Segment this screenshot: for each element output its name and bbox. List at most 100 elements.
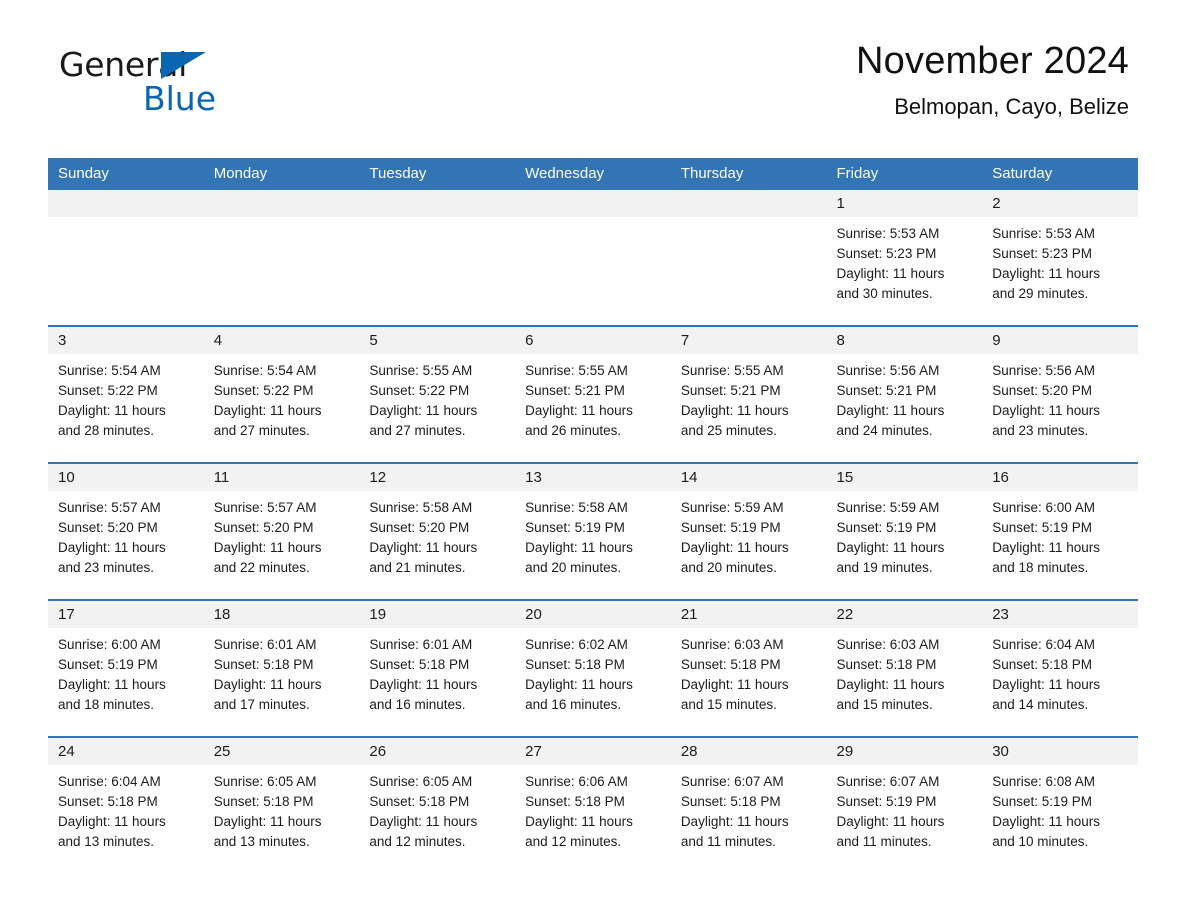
sunrise-text: Sunrise: 5:57 AM [213, 500, 317, 515]
day-number: 12 [359, 464, 516, 491]
day-cell-body: Sunrise: 6:05 AM Sunset: 5:18 PM Daylight:… [204, 765, 360, 852]
sunset-text: Sunset: 5:21 PM [680, 383, 781, 398]
day-cell-inner: 2 Sunrise: 5:53 AM Sunset: 5:23 PM Daylight… [982, 190, 1138, 325]
day-cell-body: Sunrise: 6:01 AM Sunset: 5:18 PM Daylight:… [359, 628, 515, 715]
day-number: 6 [515, 327, 671, 354]
calendar-week-row: 10 Sunrise: 5:57 AM Sunset: 5:20 PM Dayligh… [48, 462, 1138, 600]
calendar-day-cell[interactable]: 24 Sunrise: 6:04 AM Sunset: 5:18 PM Dayligh… [48, 736, 204, 873]
title-block: November 2024 Belmopan, Cayo, Belize [856, 40, 1129, 120]
sunrise-text: Sunrise: 5:55 AM [680, 363, 784, 378]
calendar-day-cell[interactable]: 2 Sunrise: 5:53 AM Sunset: 5:23 PM Daylight… [982, 190, 1138, 326]
sunrise-text: Sunrise: 5:58 AM [525, 500, 628, 515]
logo-word-blue: Blue [143, 79, 217, 118]
calendar-day-cell[interactable]: 29 Sunrise: 6:07 AM Sunset: 5:19 PM Dayligh… [826, 736, 983, 873]
daylight-text-line2: and 18 minutes. [992, 560, 1089, 575]
calendar-day-cell[interactable]: 23 Sunrise: 6:04 AM Sunset: 5:18 PM Dayligh… [982, 599, 1138, 737]
daylight-text-line1: Daylight: 11 hours [680, 403, 789, 418]
day-number: 26 [359, 738, 516, 765]
daylight-text-line2: and 11 minutes. [680, 834, 776, 849]
calendar-day-cell[interactable]: 19 Sunrise: 6:01 AM Sunset: 5:18 PM Dayligh… [359, 599, 516, 737]
calendar-day-cell[interactable]: 16 Sunrise: 6:00 AM Sunset: 5:19 PM Dayligh… [982, 462, 1138, 600]
daylight-text-line1: Daylight: 11 hours [525, 403, 633, 418]
daylight-text-line2: and 15 minutes. [680, 697, 777, 712]
sunset-text: Sunset: 5:22 PM [213, 383, 314, 398]
day-cell-inner: 13 Sunrise: 5:58 AM Sunset: 5:19 PM Dayligh… [515, 464, 671, 599]
calendar-page: General Blue November 2024 Belmopan, Cay… [0, 0, 1188, 918]
calendar-day-cell[interactable]: 15 Sunrise: 5:59 AM Sunset: 5:19 PM Dayligh… [826, 462, 983, 600]
calendar-day-cell[interactable]: 26 Sunrise: 6:05 AM Sunset: 5:18 PM Dayligh… [359, 736, 516, 873]
daylight-text-line2: and 16 minutes. [525, 697, 622, 712]
day-number: 3 [48, 327, 204, 354]
calendar-day-cell[interactable]: 8 Sunrise: 5:56 AM Sunset: 5:21 PM Daylight… [826, 325, 983, 463]
sunset-text: Sunset: 5:19 PM [836, 520, 937, 535]
day-cell-body: Sunrise: 5:54 AM Sunset: 5:22 PM Daylight:… [204, 354, 360, 441]
calendar-day-cell[interactable]: 25 Sunrise: 6:05 AM Sunset: 5:18 PM Dayligh… [203, 736, 360, 873]
day-cell-inner: 4 Sunrise: 5:54 AM Sunset: 5:22 PM Daylight… [203, 327, 360, 462]
day-cell-inner: 28 Sunrise: 6:07 AM Sunset: 5:18 PM Dayligh… [670, 738, 827, 873]
day-cell-body: Sunrise: 5:53 AM Sunset: 5:23 PM Daylight:… [827, 217, 983, 304]
sunset-text: Sunset: 5:20 PM [58, 520, 158, 535]
general-blue-logo[interactable]: General Blue [59, 48, 359, 126]
calendar-day-cell[interactable]: 27 Sunrise: 6:06 AM Sunset: 5:18 PM Dayligh… [515, 736, 671, 873]
calendar-day-cell[interactable]: 1 Sunrise: 5:53 AM Sunset: 5:23 PM Daylight… [826, 190, 983, 326]
day-number: 19 [359, 601, 516, 628]
daylight-text-line1: Daylight: 11 hours [525, 814, 633, 829]
calendar-day-cell[interactable]: 20 Sunrise: 6:02 AM Sunset: 5:18 PM Dayligh… [515, 599, 671, 737]
calendar-day-cell[interactable]: 14 Sunrise: 5:59 AM Sunset: 5:19 PM Dayligh… [670, 462, 827, 600]
calendar-day-cell[interactable]: 3 Sunrise: 5:54 AM Sunset: 5:22 PM Daylight… [48, 325, 204, 463]
calendar-day-cell[interactable]: 17 Sunrise: 6:00 AM Sunset: 5:19 PM Dayligh… [48, 599, 204, 737]
day-cell-inner: 3 Sunrise: 5:54 AM Sunset: 5:22 PM Daylight… [48, 327, 204, 462]
sunrise-text: Sunrise: 5:56 AM [992, 363, 1096, 378]
calendar-day-cell[interactable]: 21 Sunrise: 6:03 AM Sunset: 5:18 PM Dayligh… [670, 599, 827, 737]
day-cell-inner: 29 Sunrise: 6:07 AM Sunset: 5:19 PM Dayligh… [826, 738, 983, 873]
day-cell-body: Sunrise: 5:58 AM Sunset: 5:20 PM Daylight:… [359, 491, 515, 578]
calendar-day-cell[interactable]: 28 Sunrise: 6:07 AM Sunset: 5:18 PM Dayligh… [670, 736, 827, 873]
calendar-day-cell[interactable]: 12 Sunrise: 5:58 AM Sunset: 5:20 PM Dayligh… [359, 462, 516, 600]
calendar-day-cell[interactable]: 18 Sunrise: 6:01 AM Sunset: 5:18 PM Dayligh… [203, 599, 360, 737]
daylight-text-line2: and 13 minutes. [58, 834, 155, 849]
day-number: 22 [826, 601, 983, 628]
day-number: 14 [670, 464, 827, 491]
calendar-day-cell[interactable]: 13 Sunrise: 5:58 AM Sunset: 5:19 PM Dayligh… [515, 462, 671, 600]
calendar-day-cell[interactable]: 7 Sunrise: 5:55 AM Sunset: 5:21 PM Daylight… [670, 325, 827, 463]
calendar-day-cell[interactable]: 22 Sunrise: 6:03 AM Sunset: 5:18 PM Dayligh… [826, 599, 983, 737]
calendar-day-cell[interactable]: 30 Sunrise: 6:08 AM Sunset: 5:19 PM Dayligh… [982, 736, 1138, 873]
calendar-day-cell[interactable]: 4 Sunrise: 5:54 AM Sunset: 5:22 PM Daylight… [203, 325, 360, 463]
sunset-text: Sunset: 5:21 PM [836, 383, 937, 398]
sunset-text: Sunset: 5:19 PM [836, 794, 937, 809]
day-number: 10 [48, 464, 204, 491]
day-cell-inner: 23 Sunrise: 6:04 AM Sunset: 5:18 PM Dayligh… [982, 601, 1138, 736]
day-number [670, 190, 827, 217]
day-number: 9 [982, 327, 1138, 354]
sunset-text: Sunset: 5:19 PM [992, 520, 1093, 535]
daylight-text-line1: Daylight: 11 hours [836, 266, 945, 281]
sunset-text: Sunset: 5:18 PM [213, 657, 314, 672]
weekday-header-monday: Monday [203, 158, 360, 190]
sunrise-text: Sunrise: 6:03 AM [680, 637, 784, 652]
daylight-text-line1: Daylight: 11 hours [58, 814, 166, 829]
sunrise-text: Sunrise: 6:00 AM [992, 500, 1096, 515]
calendar-week-row: 17 Sunrise: 6:00 AM Sunset: 5:19 PM Dayligh… [48, 599, 1138, 737]
day-cell-inner: 10 Sunrise: 5:57 AM Sunset: 5:20 PM Dayligh… [48, 464, 204, 599]
day-number: 5 [359, 327, 516, 354]
daylight-text-line2: and 17 minutes. [213, 697, 310, 712]
daylight-text-line1: Daylight: 11 hours [369, 403, 478, 418]
daylight-text-line1: Daylight: 11 hours [369, 540, 478, 555]
daylight-text-line1: Daylight: 11 hours [680, 540, 789, 555]
day-cell-inner: 14 Sunrise: 5:59 AM Sunset: 5:19 PM Dayligh… [670, 464, 827, 599]
day-number [515, 190, 671, 217]
sunrise-text: Sunrise: 6:05 AM [213, 774, 317, 789]
daylight-text-line2: and 27 minutes. [213, 423, 310, 438]
weekday-header-tuesday: Tuesday [359, 158, 516, 190]
calendar-day-cell[interactable]: 9 Sunrise: 5:56 AM Sunset: 5:20 PM Daylight… [982, 325, 1138, 463]
daylight-text-line1: Daylight: 11 hours [58, 540, 166, 555]
sunrise-text: Sunrise: 5:57 AM [58, 500, 161, 515]
calendar-day-cell[interactable]: 11 Sunrise: 5:57 AM Sunset: 5:20 PM Dayligh… [203, 462, 360, 600]
sunset-text: Sunset: 5:18 PM [369, 657, 470, 672]
calendar-day-cell[interactable]: 6 Sunrise: 5:55 AM Sunset: 5:21 PM Daylight… [515, 325, 671, 463]
day-cell-body: Sunrise: 6:05 AM Sunset: 5:18 PM Daylight:… [359, 765, 515, 852]
day-cell-body: Sunrise: 6:06 AM Sunset: 5:18 PM Daylight:… [515, 765, 671, 852]
day-cell-inner [48, 190, 204, 325]
calendar-day-cell[interactable]: 5 Sunrise: 5:55 AM Sunset: 5:22 PM Daylight… [359, 325, 516, 463]
calendar-day-cell[interactable]: 10 Sunrise: 5:57 AM Sunset: 5:20 PM Dayligh… [48, 462, 204, 600]
